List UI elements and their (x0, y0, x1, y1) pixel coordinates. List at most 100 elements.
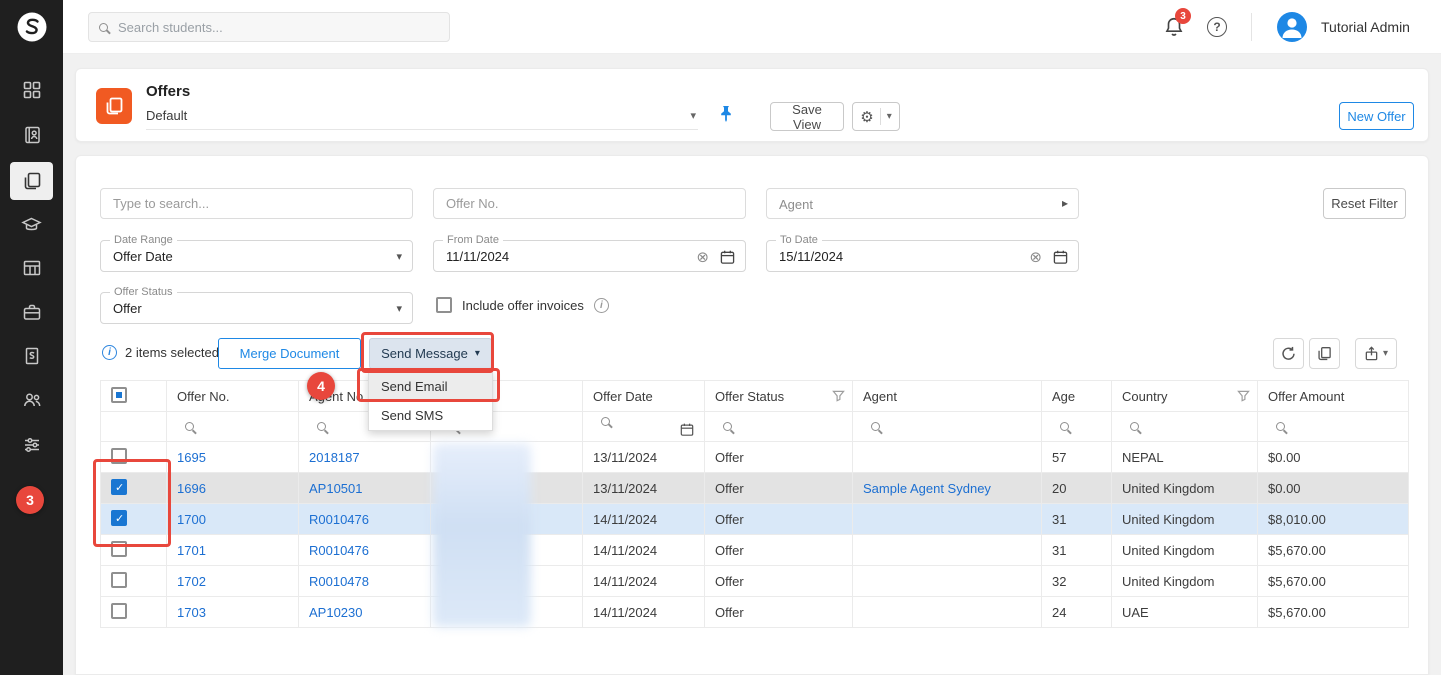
user-avatar[interactable] (1277, 12, 1307, 42)
calendar-icon[interactable] (1053, 249, 1068, 268)
offer-no-link[interactable]: 1696 (177, 481, 206, 496)
from-date-field[interactable]: From Date 11/11/2024 ⊗ (433, 240, 746, 272)
search-cell[interactable] (1258, 412, 1409, 442)
col-agent[interactable]: Agent (853, 381, 1042, 412)
search-icon (1060, 422, 1069, 431)
row-checkbox[interactable] (111, 572, 127, 588)
menu-item-send-email[interactable]: Send Email (369, 372, 492, 401)
table-row[interactable]: 1700 R0010476 14/11/2024 Offer 31 United… (101, 504, 1409, 535)
view-settings-button[interactable]: ⚙ ▾ (852, 102, 900, 131)
select-all-checkbox[interactable] (111, 387, 127, 403)
offer-no-input[interactable] (433, 188, 746, 219)
offer-no-link[interactable]: 1700 (177, 512, 206, 527)
merge-document-button[interactable]: Merge Document (218, 338, 361, 369)
filter-funnel-icon[interactable] (832, 390, 845, 405)
quick-search-input[interactable] (100, 188, 413, 219)
sidebar-item-settings[interactable] (0, 425, 63, 465)
search-cell[interactable] (705, 412, 853, 442)
sidebar-item-services[interactable] (0, 292, 63, 332)
table-icon (22, 258, 42, 278)
sidebar-item-contacts[interactable] (0, 115, 63, 155)
table-row[interactable]: 1702 R0010478 14/11/2024 Offer 32 United… (101, 566, 1409, 597)
amount-cell: $0.00 (1258, 442, 1409, 473)
offer-no-link[interactable]: 1702 (177, 574, 206, 589)
chevron-down-icon: ▾ (1383, 348, 1388, 359)
sliders-icon (22, 435, 42, 455)
col-offer-no[interactable]: Offer No. (167, 381, 299, 412)
table-row[interactable]: 1696 AP10501 13/11/2024 Offer Sample Age… (101, 473, 1409, 504)
col-offer-date[interactable]: Offer Date (583, 381, 705, 412)
table-row[interactable]: 1701 R0010476 14/11/2024 Offer 31 United… (101, 535, 1409, 566)
notifications-button[interactable]: 3 (1163, 15, 1189, 41)
filter-funnel-icon[interactable] (1237, 390, 1250, 405)
save-view-button[interactable]: Save View (770, 102, 844, 131)
col-country[interactable]: Country (1112, 381, 1258, 412)
col-age[interactable]: Age (1042, 381, 1112, 412)
col-offer-status[interactable]: Offer Status (705, 381, 853, 412)
search-cell[interactable] (583, 412, 705, 442)
amount-cell: $5,670.00 (1258, 597, 1409, 628)
sidebar-item-applications[interactable] (0, 248, 63, 288)
search-cell[interactable] (853, 412, 1042, 442)
sidebar-item-courses[interactable] (0, 205, 63, 245)
row-checkbox[interactable] (111, 541, 127, 557)
calendar-icon[interactable] (720, 249, 735, 268)
send-message-button[interactable]: Send Message ▾ (369, 338, 492, 369)
include-invoices-checkbox[interactable] (436, 297, 452, 313)
global-search[interactable] (88, 12, 450, 42)
chevron-right-icon: ▸ (1062, 196, 1068, 210)
button-divider (880, 108, 881, 125)
clear-date-icon[interactable]: ⊗ (1029, 248, 1042, 266)
to-date-label: To Date (776, 234, 822, 246)
agent-no-link[interactable]: AP10501 (309, 481, 363, 496)
menu-item-send-sms[interactable]: Send SMS (369, 401, 492, 430)
agent-no-link[interactable]: 2018187 (309, 450, 360, 465)
offer-status-select[interactable]: Offer Status Offer ▾ (100, 292, 413, 324)
search-cell[interactable] (1112, 412, 1258, 442)
row-checkbox[interactable] (111, 510, 127, 526)
table-row[interactable]: 1695 2018187 13/11/2024 Offer 57 NEPAL $… (101, 442, 1409, 473)
offer-date-cell: 13/11/2024 (583, 473, 705, 504)
country-cell: United Kingdom (1112, 535, 1258, 566)
new-offer-button[interactable]: New Offer (1339, 102, 1414, 130)
help-button[interactable]: ? (1207, 17, 1227, 37)
search-input[interactable] (116, 19, 439, 36)
table-row[interactable]: 1703 AP10230 14/11/2024 Offer 24 UAE $5,… (101, 597, 1409, 628)
agent-no-link[interactable]: R0010476 (309, 543, 369, 558)
offer-no-link[interactable]: 1701 (177, 543, 206, 558)
refresh-button[interactable] (1273, 338, 1304, 369)
agent-link[interactable]: Sample Agent Sydney (863, 481, 991, 496)
date-range-select[interactable]: Date Range Offer Date ▾ (100, 240, 413, 272)
search-cell[interactable] (1042, 412, 1112, 442)
sidebar-item-invoices[interactable] (0, 336, 63, 376)
send-message-label: Send Message (381, 346, 468, 361)
sidebar-item-offers[interactable] (0, 161, 63, 201)
pin-view-button[interactable] (718, 105, 734, 126)
age-cell: 57 (1042, 442, 1112, 473)
selected-count-text: 2 items selected (125, 345, 219, 360)
reset-filter-button[interactable]: Reset Filter (1323, 188, 1406, 219)
to-date-field[interactable]: To Date 15/11/2024 ⊗ (766, 240, 1079, 272)
offer-no-link[interactable]: 1695 (177, 450, 206, 465)
clear-date-icon[interactable]: ⊗ (696, 248, 709, 266)
row-checkbox[interactable] (111, 448, 127, 464)
sidebar (0, 0, 63, 675)
offer-date-cell: 14/11/2024 (583, 597, 705, 628)
agent-no-link[interactable]: R0010478 (309, 574, 369, 589)
view-selector[interactable]: Default ▾ (146, 106, 698, 130)
row-checkbox[interactable] (111, 603, 127, 619)
sidebar-item-agents[interactable] (0, 380, 63, 420)
offer-no-link[interactable]: 1703 (177, 605, 206, 620)
agent-no-link[interactable]: R0010476 (309, 512, 369, 527)
app-logo[interactable] (14, 9, 50, 45)
sidebar-item-dashboard[interactable] (0, 70, 63, 110)
col-offer-amount[interactable]: Offer Amount (1258, 381, 1409, 412)
calendar-icon[interactable] (680, 422, 694, 440)
offer-status-value: Offer (113, 301, 142, 316)
agent-no-link[interactable]: AP10230 (309, 605, 363, 620)
copy-button[interactable] (1309, 338, 1340, 369)
row-checkbox[interactable] (111, 479, 127, 495)
export-button[interactable]: ▾ (1355, 338, 1397, 369)
search-cell[interactable] (167, 412, 299, 442)
agent-filter[interactable]: Agent ▸ (766, 188, 1079, 219)
